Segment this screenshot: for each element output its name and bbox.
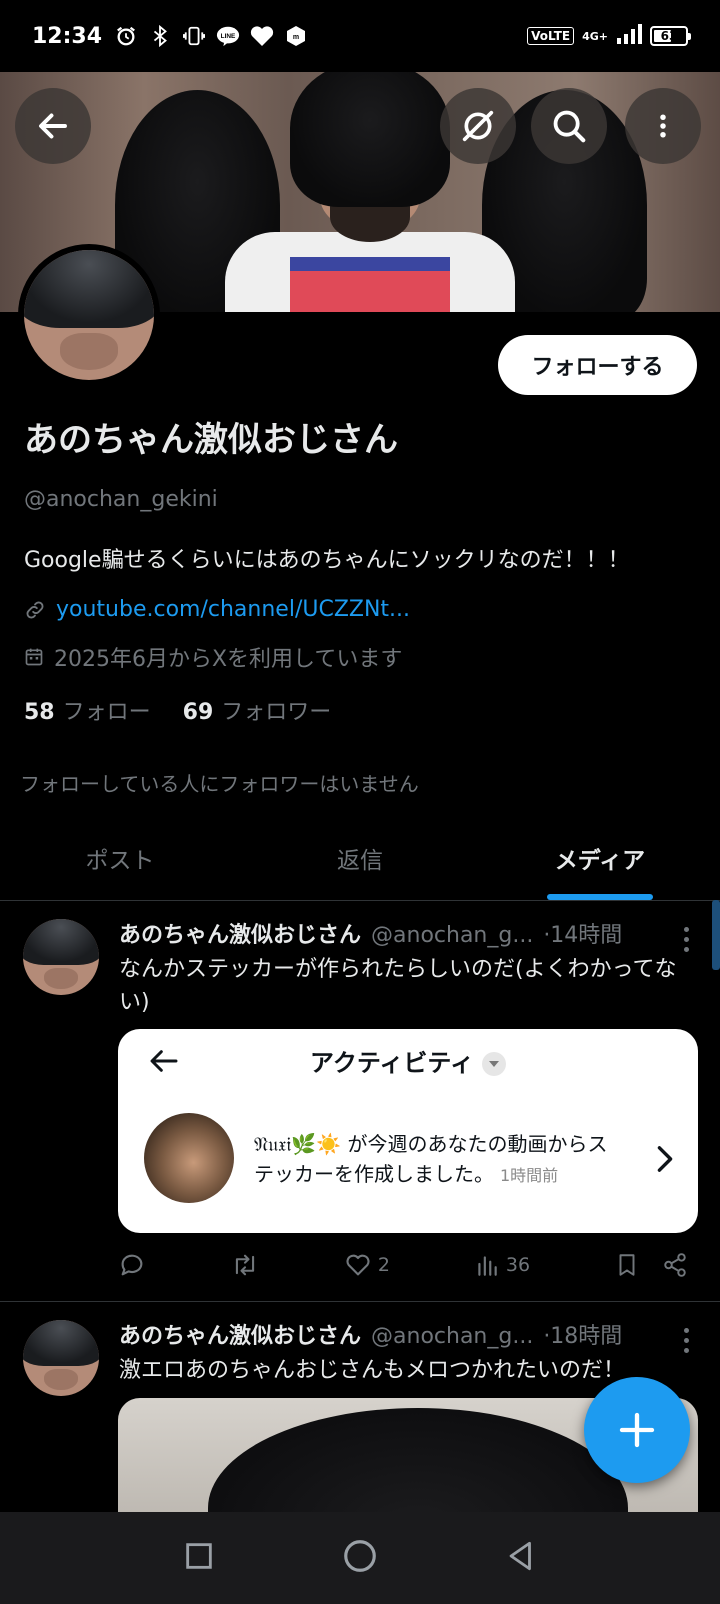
- tab-posts[interactable]: ポスト: [0, 815, 240, 900]
- search-button[interactable]: [531, 88, 607, 164]
- link-icon: [26, 601, 44, 618]
- status-right: VoLTE 4G+ 63: [527, 23, 691, 49]
- battery-level: 63: [660, 29, 678, 43]
- heart-icon: [346, 1254, 370, 1276]
- following-count: 58: [24, 700, 55, 725]
- follow-button[interactable]: フォローする: [498, 335, 697, 395]
- more-button[interactable]: [625, 88, 701, 164]
- repost-button[interactable]: [230, 1251, 260, 1279]
- search-icon: [553, 110, 586, 143]
- post-time: ·14時間: [543, 923, 623, 948]
- post-more-icon[interactable]: [684, 927, 692, 952]
- grok-button[interactable]: [440, 88, 516, 164]
- status-time: 12:34: [32, 23, 103, 49]
- profile-joined: 2025年6月からXを利用しています: [24, 641, 402, 673]
- back-button[interactable]: [15, 88, 91, 164]
- post-text: なんかステッカーが作られたらしいのだ(よくわかってない): [119, 957, 677, 1015]
- post[interactable]: あのちゃん激似おじさん @anochan_g... ·14時間 なんかステッカー…: [0, 901, 720, 1302]
- mutual-followers-note: フォローしている人にフォロワーはいません: [20, 772, 419, 796]
- profile-bio: Google騙せるくらいにはあのちゃんにソックリなのだ！！！: [24, 548, 630, 573]
- views-chart-icon: [478, 1256, 497, 1276]
- post-actions: 2 36: [118, 1251, 688, 1279]
- volte-indicator: VoLTE: [527, 27, 575, 45]
- home-button[interactable]: [341, 1537, 379, 1579]
- line-app-icon: LINE: [216, 24, 240, 48]
- profile-link-text[interactable]: youtube.com/channel/UCZZNt...: [56, 597, 410, 622]
- embed-notice: 𝔑𝔲𝔵𝔦🌿☀️ が今週のあなたの動画からステッカーを作成しました。 1時間前: [254, 1129, 624, 1191]
- embed-user-avatar: [144, 1113, 234, 1203]
- embed-title: アクティビティ: [118, 1043, 698, 1078]
- network-type: 4G+: [582, 29, 608, 43]
- square-icon: [186, 1543, 213, 1569]
- alarm-icon: [114, 24, 138, 48]
- post-author[interactable]: あのちゃん激似おじさん: [119, 917, 361, 949]
- banner-figure-center: [290, 72, 450, 207]
- profile-stats: 58 フォロー 69 フォロワー: [24, 694, 331, 726]
- tab-media[interactable]: メディア: [480, 815, 720, 900]
- profile-joined-text: 2025年6月からXを利用しています: [54, 647, 403, 672]
- more-vertical-icon: [660, 114, 666, 138]
- status-bar: 12:34 LINE m VoLTE 4G+ 63: [0, 0, 720, 72]
- battery-icon: 63: [650, 26, 691, 46]
- recents-button[interactable]: [182, 1539, 216, 1577]
- followers-label: フォロワー: [221, 700, 332, 725]
- profile-avatar[interactable]: [18, 244, 160, 386]
- profile-link[interactable]: youtube.com/channel/UCZZNt...: [24, 597, 410, 622]
- profile-handle: @anochan_gekini: [24, 487, 218, 512]
- post-actions-right: [614, 1251, 688, 1279]
- reply-icon: [121, 1254, 143, 1276]
- calendar-icon: [25, 648, 43, 666]
- post-author[interactable]: あのちゃん激似おじさん: [119, 1318, 361, 1350]
- share-button[interactable]: [662, 1251, 688, 1279]
- svg-text:LINE: LINE: [221, 33, 236, 40]
- svg-text:m: m: [293, 34, 299, 41]
- post-text: 激エロあのちゃんおじさんもメロつかれたいのだ！: [119, 1358, 626, 1383]
- plus-icon: [619, 1412, 655, 1448]
- chevron-right-icon: [657, 1146, 673, 1172]
- system-nav-bar: [0, 1512, 720, 1604]
- like-count: 2: [377, 1254, 390, 1276]
- profile-tabs: ポスト 返信 メディア: [0, 815, 720, 901]
- bookmark-button[interactable]: [614, 1251, 640, 1279]
- embed-dropdown-icon: [481, 1052, 506, 1076]
- signal-icon: [616, 23, 642, 49]
- post-media-card[interactable]: アクティビティ 𝔑𝔲𝔵𝔦🌿☀️ が今週のあなたの動画からステッカーを作成しました…: [118, 1029, 698, 1233]
- triangle-back-icon: [509, 1541, 531, 1571]
- bookmark-icon: [619, 1254, 635, 1276]
- vibrate-icon: [182, 24, 206, 48]
- post-avatar[interactable]: [23, 1320, 99, 1396]
- post-more-icon[interactable]: [684, 1328, 692, 1353]
- followers-count: 69: [182, 700, 214, 725]
- tab-replies[interactable]: 返信: [240, 815, 480, 900]
- following-label: フォロー: [62, 700, 151, 725]
- heart-notification-icon: [250, 24, 274, 48]
- post-avatar[interactable]: [23, 919, 99, 995]
- back-arrow-icon: [39, 113, 67, 139]
- reply-button[interactable]: [118, 1251, 146, 1279]
- banner-shirt-print: [290, 257, 450, 312]
- views-count: 36: [505, 1254, 531, 1276]
- system-back-button[interactable]: [504, 1539, 538, 1577]
- post-time: ·18時間: [543, 1324, 623, 1349]
- views-button[interactable]: 36: [474, 1252, 530, 1278]
- post-handle: @anochan_g...: [371, 923, 534, 948]
- compose-button[interactable]: [584, 1377, 690, 1483]
- grok-icon: [462, 110, 494, 142]
- embed-notice-user: 𝔑𝔲𝔵𝔦🌿☀️: [254, 1132, 342, 1156]
- status-notification-icons: LINE m: [114, 24, 308, 48]
- embed-notice-time: 1時間前: [500, 1166, 559, 1185]
- like-button[interactable]: 2: [344, 1251, 390, 1279]
- bluetooth-icon: [148, 24, 172, 48]
- profile-name: あのちゃん激似おじさん: [24, 420, 398, 460]
- post-handle: @anochan_g...: [371, 1324, 534, 1349]
- post-header: あのちゃん激似おじさん @anochan_g... ·18時間: [119, 1318, 679, 1350]
- post-header: あのちゃん激似おじさん @anochan_g... ·14時間: [119, 917, 679, 949]
- followers-stat[interactable]: 69 フォロワー: [183, 694, 332, 726]
- avatar-image: [24, 250, 154, 380]
- circle-icon: [344, 1540, 376, 1572]
- share-icon: [664, 1253, 686, 1277]
- following-stat[interactable]: 58 フォロー: [24, 694, 151, 726]
- app-notification-icon: m: [284, 24, 308, 48]
- repost-icon: [235, 1254, 255, 1276]
